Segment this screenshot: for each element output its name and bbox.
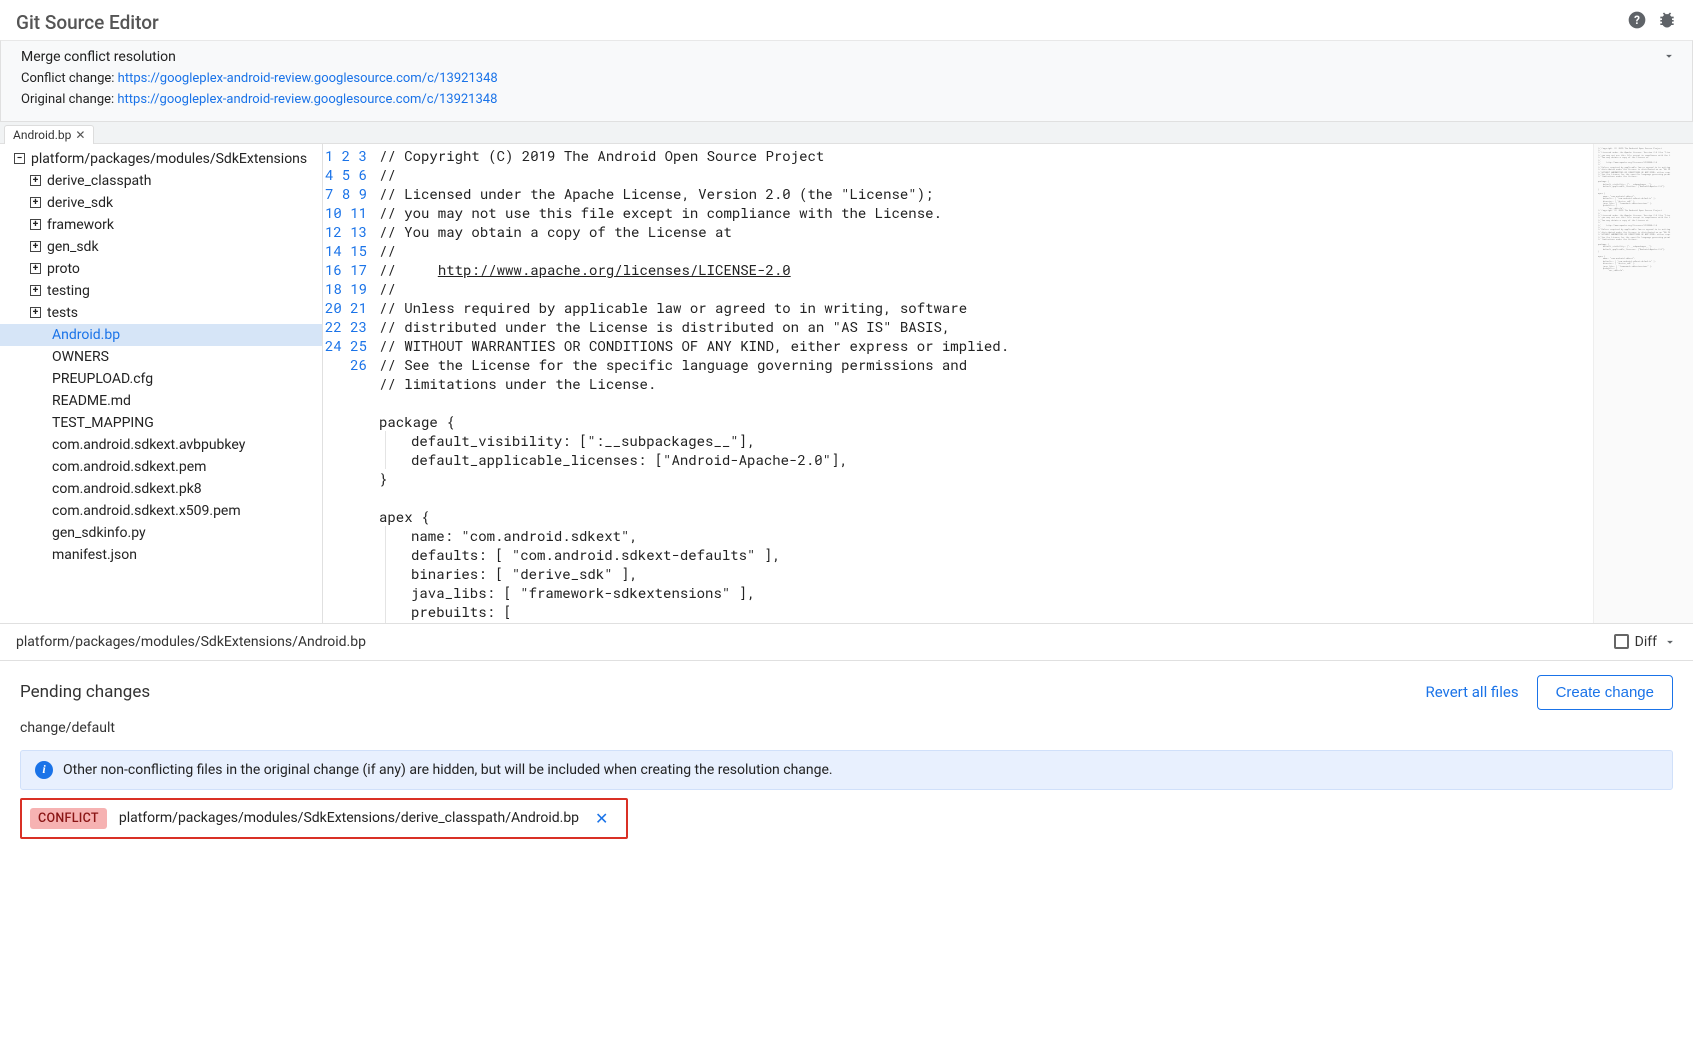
tree-folder[interactable]: +proto: [0, 258, 322, 280]
tree-file[interactable]: com.android.sdkext.pem: [0, 456, 322, 478]
tree-folder[interactable]: +tests: [0, 302, 322, 324]
tree-file[interactable]: manifest.json: [0, 544, 322, 566]
tree-folder[interactable]: +derive_sdk: [0, 192, 322, 214]
tree-file[interactable]: Android.bp: [0, 324, 322, 346]
chevron-down-icon[interactable]: [1663, 635, 1677, 649]
merge-panel: Merge conflict resolution Conflict chang…: [0, 40, 1693, 122]
file-tree[interactable]: −platform/packages/modules/SdkExtensions…: [0, 144, 323, 623]
pending-changes-title: Pending changes: [20, 682, 150, 702]
merge-title: Merge conflict resolution: [21, 49, 1672, 65]
tab-bar: Android.bp ✕: [0, 122, 1693, 144]
tree-file[interactable]: README.md: [0, 390, 322, 412]
line-gutter: 1 2 3 4 5 6 7 8 9 10 11 12 13 14 15 16 1…: [323, 144, 379, 623]
tree-file[interactable]: OWNERS: [0, 346, 322, 368]
tree-folder[interactable]: +framework: [0, 214, 322, 236]
tree-file[interactable]: com.android.sdkext.x509.pem: [0, 500, 322, 522]
discard-icon[interactable]: ✕: [591, 809, 612, 828]
conflict-file-path: platform/packages/modules/SdkExtensions/…: [119, 810, 579, 826]
minimap[interactable]: // Copyright (C) 2019 The Android Open S…: [1593, 144, 1693, 623]
change-name: change/default: [20, 720, 1673, 736]
tab-android-bp[interactable]: Android.bp ✕: [4, 125, 94, 144]
original-change-link[interactable]: https://googleplex-android-review.google…: [117, 92, 497, 107]
bug-icon[interactable]: [1657, 10, 1677, 34]
tree-file[interactable]: com.android.sdkext.avbpubkey: [0, 434, 322, 456]
file-path: platform/packages/modules/SdkExtensions/…: [16, 634, 366, 650]
code-editor[interactable]: 1 2 3 4 5 6 7 8 9 10 11 12 13 14 15 16 1…: [323, 144, 1693, 623]
conflict-change-link[interactable]: https://googleplex-android-review.google…: [118, 71, 498, 86]
tree-folder[interactable]: +gen_sdk: [0, 236, 322, 258]
info-text: Other non-conflicting files in the origi…: [63, 762, 833, 778]
diff-toggle[interactable]: Diff: [1614, 634, 1677, 650]
code-content[interactable]: // Copyright (C) 2019 The Android Open S…: [379, 144, 1593, 623]
tree-file[interactable]: TEST_MAPPING: [0, 412, 322, 434]
tree-file[interactable]: PREUPLOAD.cfg: [0, 368, 322, 390]
collapse-icon[interactable]: [1662, 49, 1676, 67]
conflict-change-label: Conflict change:: [21, 71, 118, 86]
tree-folder[interactable]: +derive_classpath: [0, 170, 322, 192]
svg-text:?: ?: [1634, 13, 1640, 27]
tab-label: Android.bp: [13, 128, 71, 142]
help-icon[interactable]: ?: [1627, 10, 1647, 34]
conflict-item[interactable]: CONFLICT platform/packages/modules/SdkEx…: [20, 798, 628, 839]
close-icon[interactable]: ✕: [75, 128, 85, 142]
create-change-button[interactable]: Create change: [1537, 675, 1673, 710]
info-icon: i: [35, 761, 53, 779]
page-title: Git Source Editor: [16, 11, 159, 34]
original-change-label: Original change:: [21, 92, 117, 107]
diff-checkbox[interactable]: [1614, 634, 1629, 649]
tree-file[interactable]: com.android.sdkext.pk8: [0, 478, 322, 500]
tree-root[interactable]: −platform/packages/modules/SdkExtensions: [0, 148, 322, 170]
conflict-badge: CONFLICT: [30, 808, 107, 829]
revert-all-button[interactable]: Revert all files: [1425, 683, 1518, 701]
tree-folder[interactable]: +testing: [0, 280, 322, 302]
info-banner: i Other non-conflicting files in the ori…: [20, 750, 1673, 790]
diff-label: Diff: [1635, 634, 1657, 650]
tree-file[interactable]: gen_sdkinfo.py: [0, 522, 322, 544]
